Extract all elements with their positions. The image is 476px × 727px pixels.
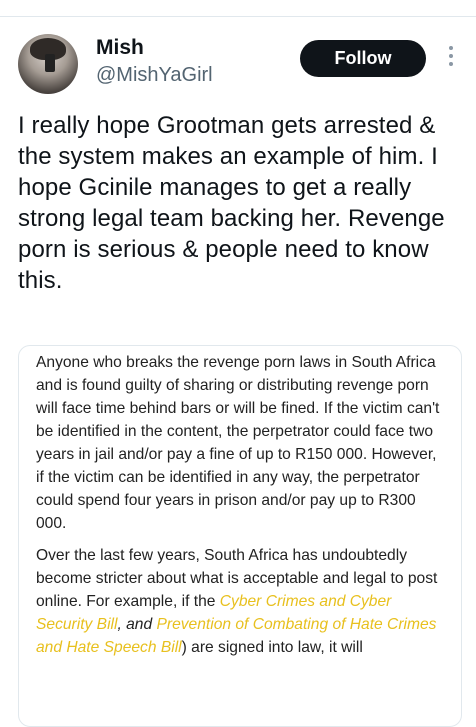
avatar-phone xyxy=(45,54,55,72)
article-text-span: ) are signed into law, it will xyxy=(181,639,363,656)
avatar[interactable] xyxy=(18,34,78,94)
article-paragraph: Anyone who breaks the revenge porn laws … xyxy=(36,354,440,532)
follow-button[interactable]: Follow xyxy=(300,40,426,77)
top-divider xyxy=(0,16,476,17)
article-text-span: , and xyxy=(117,616,157,633)
display-name[interactable]: Mish xyxy=(96,36,144,60)
user-handle[interactable]: @MishYaGirl xyxy=(96,64,213,87)
tweet-text: I really hope Grootman gets arrested & t… xyxy=(18,112,445,294)
more-vertical-icon[interactable] xyxy=(446,46,456,72)
embedded-image-article[interactable]: Anyone who breaks the revenge porn laws … xyxy=(18,345,462,727)
article-paragraph: Over the last few years, South Africa ha… xyxy=(36,544,446,659)
article-text: Anyone who breaks the revenge porn laws … xyxy=(36,351,446,668)
tweet-header: Mish @MishYaGirl Follow xyxy=(0,28,476,98)
